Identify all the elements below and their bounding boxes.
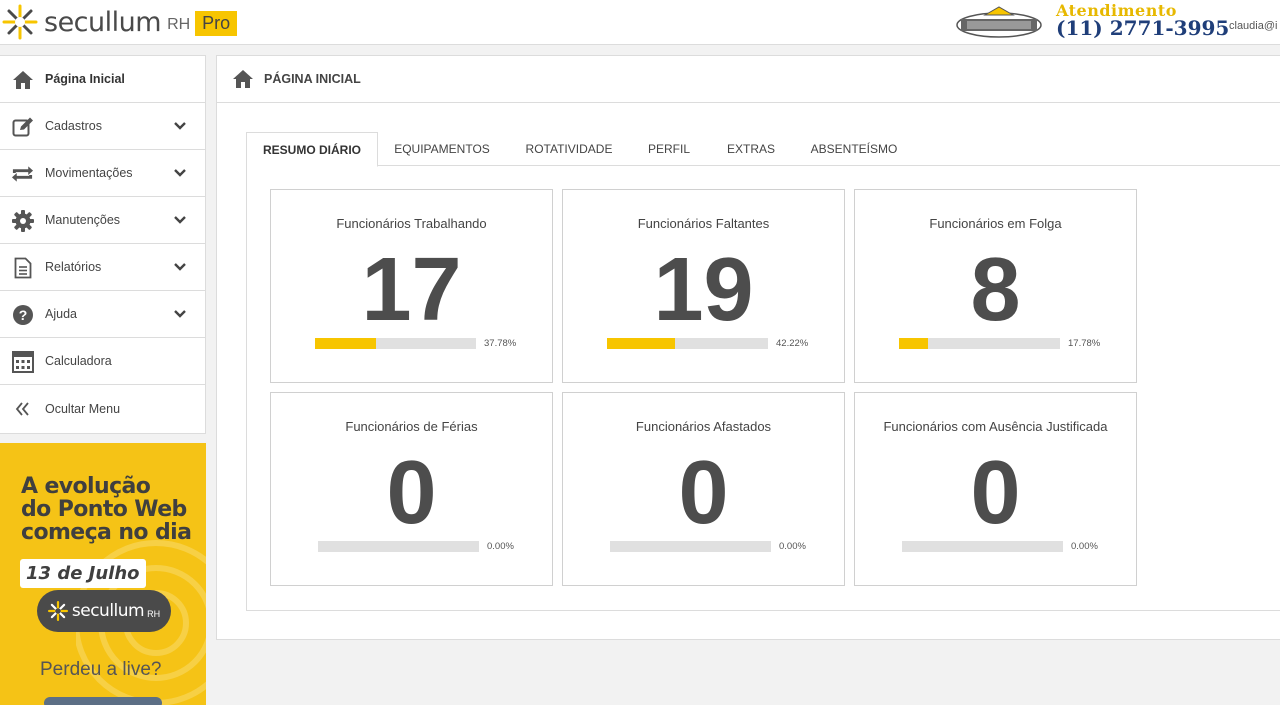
tab-perfil[interactable]: PERFIL [642,132,696,166]
home-icon [11,68,34,91]
help-icon: ? [11,303,34,326]
main-content: PÁGINA INICIAL RESUMO DIÁRIO EQUIPAMENTO… [216,55,1280,640]
chevron-down-icon [174,169,186,177]
sidebar-item-label: Movimentações [45,166,133,180]
progress-bar [607,338,768,349]
card-value: 0 [386,443,437,543]
brand-rh: RH [167,16,191,33]
banner-brand-logo: secullum RH [37,590,171,632]
sidebar-item-label: Relatórios [45,260,102,274]
sidebar-item-label: Calculadora [45,354,112,368]
double-chevron-left-icon [11,397,34,420]
svg-text:?: ? [18,307,27,323]
card-title: Funcionários de Férias [345,419,478,434]
card-value: 19 [653,240,754,340]
progress-fill [315,338,376,349]
card-value: 17 [361,240,462,340]
chevron-down-icon [174,122,186,130]
sidebar-item-label: Cadastros [45,119,102,133]
stat-card-trabalhando[interactable]: Funcionários Trabalhando 17 37.78% [270,189,553,383]
progress-bar [610,541,771,552]
brand-name: secullum [44,6,162,38]
tab-equipamentos[interactable]: EQUIPAMENTOS [386,132,498,166]
sidebar-item-ocultar-menu[interactable]: Ocultar Menu [0,385,205,432]
tab-absenteismo[interactable]: ABSENTEÍSMO [806,132,902,166]
tab-rotatividade[interactable]: ROTATIVIDADE [518,132,620,166]
promo-banner[interactable]: A evolução do Ponto Web começa no dia 13… [0,443,206,705]
banner-headline: A evolução do Ponto Web começa no dia [21,474,192,545]
chevron-down-icon [174,310,186,318]
progress-label: 0.00% [779,541,806,552]
stat-card-folga[interactable]: Funcionários em Folga 8 17.78% [854,189,1137,383]
chevron-down-icon [174,216,186,224]
card-value: 0 [970,443,1021,543]
sidebar-item-cadastros[interactable]: Cadastros [0,103,205,150]
progress-fill [899,338,928,349]
page-title: PÁGINA INICIAL [264,72,361,86]
card-title: Funcionários em Folga [929,216,1062,231]
progress-bar [899,338,1060,349]
card-title: Funcionários Faltantes [637,216,770,231]
user-menu[interactable]: claudia@i [1229,20,1280,32]
banner-button[interactable] [44,697,162,705]
stat-card-ferias[interactable]: Funcionários de Férias 0 0.00% [270,392,553,586]
tab-resumo-diario[interactable]: RESUMO DIÁRIO [246,132,378,167]
tab-extras[interactable]: EXTRAS [720,132,782,166]
progress-bar [318,541,479,552]
sun-logo-icon [2,4,38,40]
sidebar-item-ajuda[interactable]: ? Ajuda [0,291,205,338]
sidebar: Página Inicial Cadastros Movimentações M… [0,55,206,434]
progress-bar [315,338,476,349]
edit-icon [11,115,34,138]
progress-bar [902,541,1063,552]
sync-icon [11,162,34,185]
sidebar-item-label: Página Inicial [45,72,125,86]
card-title: Funcionários Afastados [635,419,772,434]
partner-logo-icon [956,6,1042,38]
banner-date: 13 de Julho [20,559,146,588]
progress-label: 0.00% [1071,541,1098,552]
calculator-icon [11,350,34,373]
stat-card-ausencia-justificada[interactable]: Funcionários com Ausência Justificada 0 … [854,392,1137,586]
stat-card-faltantes[interactable]: Funcionários Faltantes 19 42.22% [562,189,845,383]
sidebar-item-label: Manutenções [45,213,121,227]
page-header: PÁGINA INICIAL [217,56,1280,103]
home-icon [233,70,253,88]
sidebar-item-manutencoes[interactable]: Manutenções [0,197,205,244]
sidebar-item-label: Ajuda [45,307,77,321]
progress-label: 37.78% [484,338,517,349]
progress-label: 0.00% [487,541,514,552]
progress-label: 42.22% [776,338,809,349]
support-phone: (11) 2771-3995 [1056,16,1230,40]
gear-icon [11,209,34,232]
card-value: 8 [970,240,1021,340]
card-value: 0 [678,443,729,543]
stat-card-afastados[interactable]: Funcionários Afastados 0 0.00% [562,392,845,586]
sidebar-item-pagina-inicial[interactable]: Página Inicial [0,56,205,103]
tab-bar: RESUMO DIÁRIO EQUIPAMENTOS ROTATIVIDADE … [246,132,1280,167]
sidebar-item-movimentacoes[interactable]: Movimentações [0,150,205,197]
chevron-down-icon [174,263,186,271]
sun-logo-icon [47,601,68,621]
progress-label: 17.78% [1068,338,1101,349]
brand-logo[interactable]: secullum RH Pro [2,3,238,41]
progress-fill [607,338,675,349]
sidebar-item-calculadora[interactable]: Calculadora [0,338,205,385]
banner-cta[interactable]: Perdeu a live? [40,659,161,681]
card-title: Funcionários Trabalhando [336,216,487,231]
sidebar-item-relatorios[interactable]: Relatórios [0,244,205,291]
sidebar-item-label: Ocultar Menu [45,401,121,416]
top-header: secullum RH Pro Atendimento (11) 2771-39… [0,0,1280,45]
dashboard-panel: RESUMO DIÁRIO EQUIPAMENTOS ROTATIVIDADE … [246,132,1280,611]
brand-pro-badge: Pro [195,10,238,36]
tab-content: Funcionários Trabalhando 17 37.78% Funci… [246,166,1280,611]
card-title: Funcionários com Ausência Justificada [883,419,1108,434]
document-icon [11,256,34,279]
